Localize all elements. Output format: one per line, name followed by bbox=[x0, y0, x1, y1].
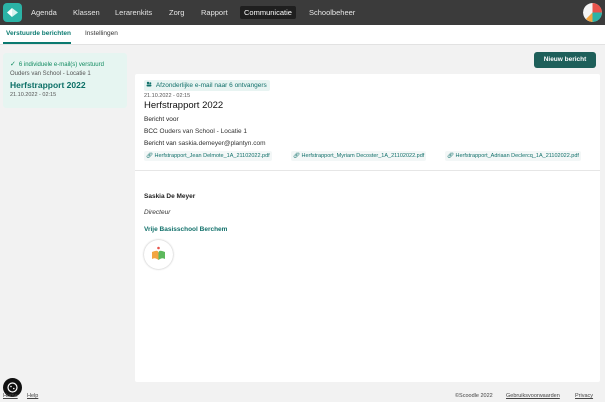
message-for-label: Bericht voor bbox=[144, 116, 179, 123]
message-from-line: Bericht van saskia.demeyer@plantyn.com bbox=[144, 140, 266, 147]
nav-klassen[interactable]: Klassen bbox=[69, 6, 104, 19]
attachment-name: Herfstrapport_Adriaan Declercq_1A_211020… bbox=[455, 153, 579, 159]
signature-role: Directeur bbox=[144, 209, 171, 216]
attachment-name: Herfstrapport_Jean Delmote_1A_21102022.p… bbox=[154, 153, 270, 159]
nav-communicatie[interactable]: Communicatie bbox=[240, 6, 296, 19]
message-bcc-line: BCC Ouders van School - Locatie 1 bbox=[144, 128, 247, 135]
message-status-text: 6 individuele e-mail(s) verstuurd bbox=[18, 62, 104, 68]
nav-schoolbeheer[interactable]: Schoolbeheer bbox=[305, 6, 359, 19]
from-label: Bericht van bbox=[144, 140, 177, 147]
sent-message-card[interactable]: ✓ 6 individuele e-mail(s) verstuurd Ouder… bbox=[3, 53, 127, 108]
attachment-item[interactable]: 🔗︎ Herfstrapport_Myriam Decoster_1A_2110… bbox=[291, 151, 427, 161]
avatar-icon bbox=[583, 3, 602, 22]
scoodle-logo[interactable] bbox=[3, 3, 22, 22]
nav-lerarenkits[interactable]: Lerarenkits bbox=[111, 6, 156, 19]
attachment-item[interactable]: 🔗︎ Herfstrapport_Jean Delmote_1A_2110202… bbox=[144, 151, 272, 161]
logo-icon bbox=[7, 8, 18, 17]
bcc-value: Ouders van School - Locatie 1 bbox=[159, 128, 247, 135]
new-message-button[interactable]: Nieuw bericht bbox=[534, 52, 596, 68]
from-value: saskia.demeyer@plantyn.com bbox=[178, 140, 266, 147]
message-sent-date: 21.10.2022 - 02:15 bbox=[144, 93, 191, 99]
nav-zorg[interactable]: Zorg bbox=[165, 6, 188, 19]
signature-name: Saskia De Meyer bbox=[144, 193, 196, 200]
divider bbox=[135, 170, 600, 171]
footer-privacy-link[interactable]: Privacy bbox=[575, 393, 593, 399]
message-title: Herfstrapport 2022 bbox=[10, 80, 86, 90]
message-date: 21.10.2022 - 02:15 bbox=[10, 92, 57, 98]
footer-copyright: ©Scoodle 2022 bbox=[455, 393, 493, 399]
recipients-badge: Afzonderlijke e-mail naar 6 ontvangers bbox=[144, 80, 270, 91]
attachment-item[interactable]: 🔗︎ Herfstrapport_Adriaan Declercq_1A_211… bbox=[445, 151, 581, 161]
sub-tabs: Verstuurde berichten Instellingen bbox=[0, 25, 605, 45]
message-detail-panel: Afzonderlijke e-mail naar 6 ontvangers 2… bbox=[135, 74, 600, 382]
paperclip-icon: 🔗︎ bbox=[447, 153, 454, 159]
paperclip-icon: 🔗︎ bbox=[293, 153, 300, 159]
message-subject: Herfstrapport 2022 bbox=[144, 100, 224, 111]
attachment-name: Herfstrapport_Myriam Decoster_1A_2110202… bbox=[301, 153, 425, 159]
footer-home-link[interactable]: Home bbox=[3, 393, 18, 399]
message-recipient: Ouders van School - Locatie 1 bbox=[10, 71, 91, 77]
school-logo bbox=[144, 240, 173, 269]
nav-rapport[interactable]: Rapport bbox=[197, 6, 232, 19]
user-avatar[interactable] bbox=[583, 3, 602, 22]
recipients-badge-text: Afzonderlijke e-mail naar 6 ontvangers bbox=[155, 82, 267, 89]
tab-sent-messages[interactable]: Verstuurde berichten bbox=[6, 30, 71, 37]
footer-help-link[interactable]: Help bbox=[27, 393, 38, 399]
group-icon bbox=[146, 81, 154, 89]
bcc-label: BCC bbox=[144, 128, 158, 135]
top-navigation: Agenda Klassen Lerarenkits Zorg Rapport … bbox=[0, 0, 605, 25]
footer: Home Help ©Scoodle 2022 Gebruiksvoorwaar… bbox=[0, 390, 605, 402]
book-icon bbox=[152, 246, 165, 260]
tab-settings[interactable]: Instellingen bbox=[85, 30, 118, 37]
paperclip-icon: 🔗︎ bbox=[146, 153, 153, 159]
nav-agenda[interactable]: Agenda bbox=[27, 6, 61, 19]
active-tab-indicator bbox=[3, 42, 71, 44]
message-status: ✓ 6 individuele e-mail(s) verstuurd bbox=[10, 60, 104, 68]
check-icon: ✓ bbox=[10, 61, 16, 68]
footer-terms-link[interactable]: Gebruiksvoorwaarden bbox=[506, 393, 560, 399]
signature-school: Vrije Basisschool Berchem bbox=[144, 226, 228, 233]
